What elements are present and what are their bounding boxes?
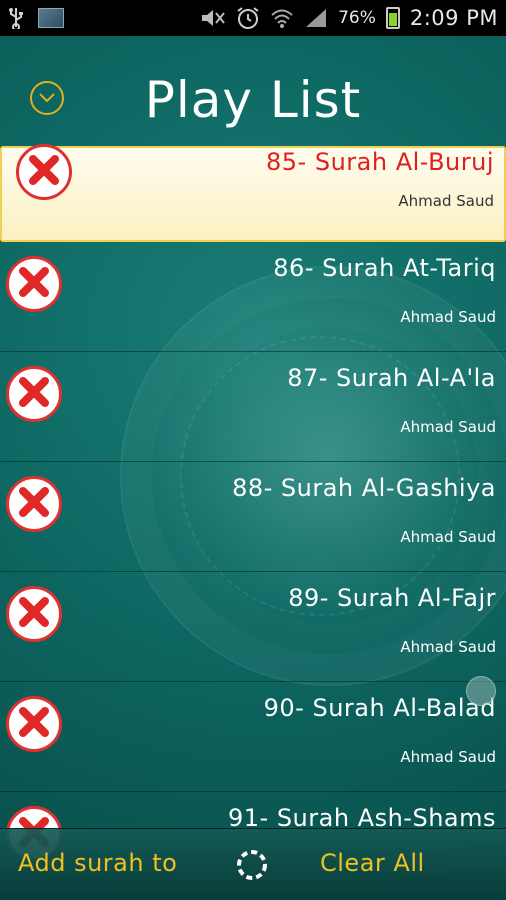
collapse-button[interactable]	[30, 81, 64, 115]
bottom-bar: Add surah to Clear All	[0, 828, 506, 900]
header: Play List	[0, 36, 506, 144]
mute-icon	[200, 7, 226, 29]
surah-title: 87- Surah Al-A'la	[287, 364, 496, 392]
status-bar: 76% 2:09 PM	[0, 0, 506, 36]
surah-title: 86- Surah At-Tariq	[273, 254, 496, 282]
loading-spinner-icon	[234, 847, 270, 883]
battery-percent: 76%	[338, 8, 376, 28]
clock: 2:09 PM	[409, 6, 498, 30]
playlist-item[interactable]: 89- Surah Al-Fajr Ahmad Saud	[0, 572, 506, 682]
surah-title: 90- Surah Al-Balad	[263, 694, 496, 722]
remove-button[interactable]	[6, 586, 62, 642]
remove-button[interactable]	[6, 366, 62, 422]
close-icon	[17, 375, 51, 413]
reciter-name: Ahmad Saud	[400, 418, 496, 436]
remove-button[interactable]	[6, 256, 62, 312]
playlist-item[interactable]: 90- Surah Al-Balad Ahmad Saud	[0, 682, 506, 792]
reciter-name: Ahmad Saud	[398, 192, 494, 210]
page-title: Play List	[144, 71, 362, 129]
chevron-down-icon	[38, 89, 56, 108]
remove-button[interactable]	[6, 476, 62, 532]
close-icon	[17, 595, 51, 633]
image-thumbnail-icon	[38, 8, 64, 28]
status-right: 76% 2:09 PM	[200, 6, 498, 30]
surah-title: 89- Surah Al-Fajr	[288, 584, 496, 612]
surah-title: 85- Surah Al-Buruj	[266, 148, 494, 176]
status-left	[8, 7, 64, 29]
close-icon	[17, 265, 51, 303]
battery-charging-icon	[385, 7, 400, 29]
close-icon	[17, 705, 51, 743]
playlist-item[interactable]: 87- Surah Al-A'la Ahmad Saud	[0, 352, 506, 462]
usb-icon	[8, 7, 24, 29]
surah-title: 88- Surah Al-Gashiya	[232, 474, 496, 502]
close-icon	[17, 485, 51, 523]
playlist-item[interactable]: 85- Surah Al-Buruj Ahmad Saud	[0, 144, 506, 242]
clear-all-button[interactable]: Clear All	[320, 849, 425, 877]
signal-icon	[304, 7, 328, 29]
reciter-name: Ahmad Saud	[400, 308, 496, 326]
reciter-name: Ahmad Saud	[400, 748, 496, 766]
reciter-name: Ahmad Saud	[400, 638, 496, 656]
playlist-item[interactable]: 86- Surah At-Tariq Ahmad Saud	[0, 242, 506, 352]
scroll-handle[interactable]	[466, 676, 496, 706]
reciter-name: Ahmad Saud	[400, 528, 496, 546]
wifi-icon	[270, 7, 294, 29]
close-icon	[27, 153, 61, 191]
alarm-icon	[236, 6, 260, 30]
remove-button[interactable]	[16, 144, 72, 200]
remove-button[interactable]	[6, 696, 62, 752]
playlist-item[interactable]: 88- Surah Al-Gashiya Ahmad Saud	[0, 462, 506, 572]
add-surah-button[interactable]: Add surah to	[18, 849, 177, 877]
app-main: Play List 85- Surah Al-Buruj Ahmad Saud 86…	[0, 36, 506, 900]
playlist: 85- Surah Al-Buruj Ahmad Saud 86- Surah At…	[0, 144, 506, 900]
